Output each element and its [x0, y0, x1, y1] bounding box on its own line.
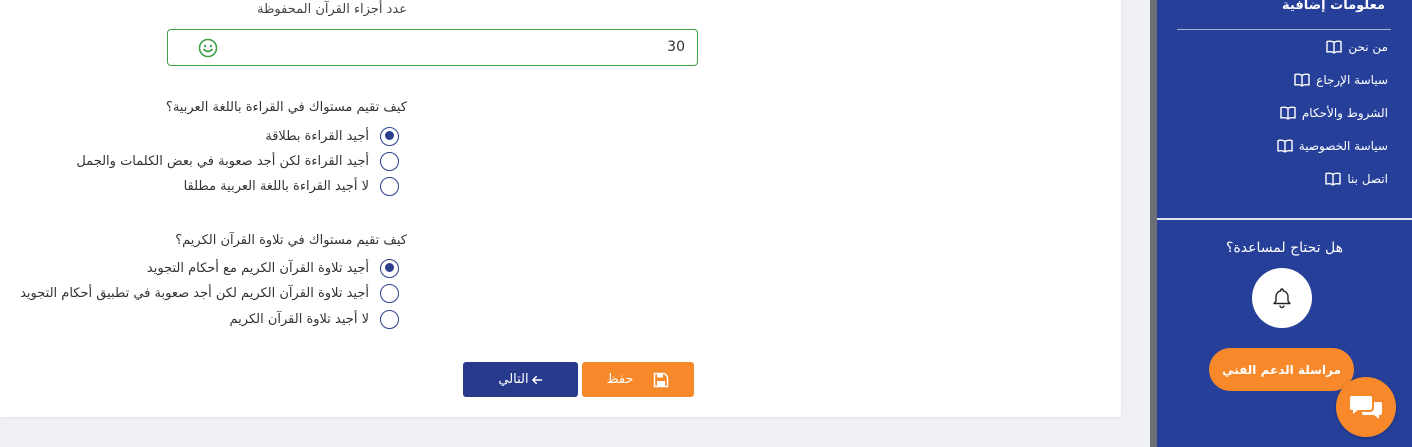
- sidebar-link-privacy[interactable]: سياسة الخصوصية: [1277, 139, 1388, 153]
- reading-option-3[interactable]: لا أجيد القراءة باللغة العربية مطلقا: [184, 176, 399, 196]
- radio-button[interactable]: [380, 258, 399, 278]
- reading-question: كيف تقيم مستواك في القراءة باللغة العربي…: [165, 100, 407, 115]
- sidebar-divider: [1157, 218, 1412, 220]
- sidebar-link-terms[interactable]: الشروط والأحكام: [1280, 106, 1388, 120]
- next-label: التالي: [498, 372, 529, 387]
- recitation-option-1[interactable]: أجيد تلاوة القرآن الكريم مع أحكام التجوي…: [147, 258, 399, 278]
- sidebar-link-returns[interactable]: سياسة الإرجاع: [1294, 73, 1388, 87]
- sidebar-link-contact[interactable]: اتصل بنا: [1325, 172, 1388, 186]
- juz-count-input[interactable]: 30: [167, 29, 698, 66]
- recitation-option-3[interactable]: لا أجيد تلاوة القرآن الكريم: [230, 309, 399, 329]
- support-button[interactable]: مراسلة الدعم الفني: [1209, 348, 1354, 391]
- option-label: لا أجيد القراءة باللغة العربية مطلقا: [183, 178, 369, 194]
- sidebar-title: معلومات إضافية: [1282, 0, 1385, 13]
- bell-icon: [1273, 288, 1291, 309]
- juz-count-label: عدد أجزاء القرآن المحفوظة: [257, 2, 407, 17]
- reading-option-2[interactable]: أجيد القراءة لكن أجد صعوبة في بعض الكلما…: [76, 151, 399, 171]
- floppy-disk-icon: [654, 372, 669, 387]
- sidebar-link-label: الشروط والأحكام: [1301, 106, 1388, 120]
- next-button[interactable]: التالي: [463, 362, 578, 397]
- sidebar-link-label: سياسة الخصوصية: [1298, 139, 1388, 153]
- book-open-icon: [1294, 73, 1310, 87]
- save-button[interactable]: حفظ: [582, 362, 694, 397]
- form-card: عدد أجزاء القرآن المحفوظة 30 كيف تقيم مس…: [0, 0, 1121, 417]
- chat-bubbles-icon: [1350, 396, 1382, 419]
- option-label: أجيد تلاوة القرآن الكريم لكن أجد صعوبة ف…: [20, 285, 369, 301]
- option-label: أجيد القراءة لكن أجد صعوبة في بعض الكلما…: [76, 153, 369, 169]
- sidebar-link-label: من نحن: [1348, 40, 1388, 54]
- sidebar-link-label: اتصل بنا: [1347, 172, 1388, 186]
- smile-icon: [198, 38, 218, 58]
- option-label: أجيد تلاوة القرآن الكريم مع أحكام التجوي…: [146, 260, 369, 276]
- bell-badge: [1252, 268, 1312, 328]
- radio-button[interactable]: [380, 151, 399, 171]
- option-label: لا أجيد تلاوة القرآن الكريم: [229, 311, 369, 327]
- book-open-icon: [1325, 172, 1342, 186]
- recitation-option-2[interactable]: أجيد تلاوة القرآن الكريم لكن أجد صعوبة ف…: [20, 283, 399, 303]
- sidebar-link-label: سياسة الإرجاع: [1316, 73, 1388, 87]
- save-label: حفظ: [606, 372, 634, 387]
- juz-count-value: 30: [667, 39, 685, 55]
- reading-option-1[interactable]: أجيد القراءة بطلاقة: [265, 126, 399, 146]
- arrow-left-icon: [531, 375, 542, 384]
- option-label: أجيد القراءة بطلاقة: [265, 128, 369, 144]
- recitation-question: كيف تقيم مستواك في تلاوة القرآن الكريم؟: [175, 233, 407, 248]
- radio-button[interactable]: [380, 176, 399, 196]
- chat-button[interactable]: [1336, 377, 1396, 437]
- sidebar-scrollbar: [1150, 0, 1157, 447]
- radio-button[interactable]: [380, 283, 399, 303]
- book-open-icon: [1326, 40, 1343, 54]
- radio-button[interactable]: [380, 309, 399, 329]
- radio-button[interactable]: [380, 126, 399, 146]
- book-open-icon: [1277, 139, 1293, 153]
- sidebar-link-about[interactable]: من نحن: [1326, 40, 1388, 54]
- sidebar-separator: [1177, 29, 1391, 30]
- help-title: هل تحتاج لمساعدة؟: [1226, 240, 1343, 256]
- book-open-icon: [1280, 106, 1296, 120]
